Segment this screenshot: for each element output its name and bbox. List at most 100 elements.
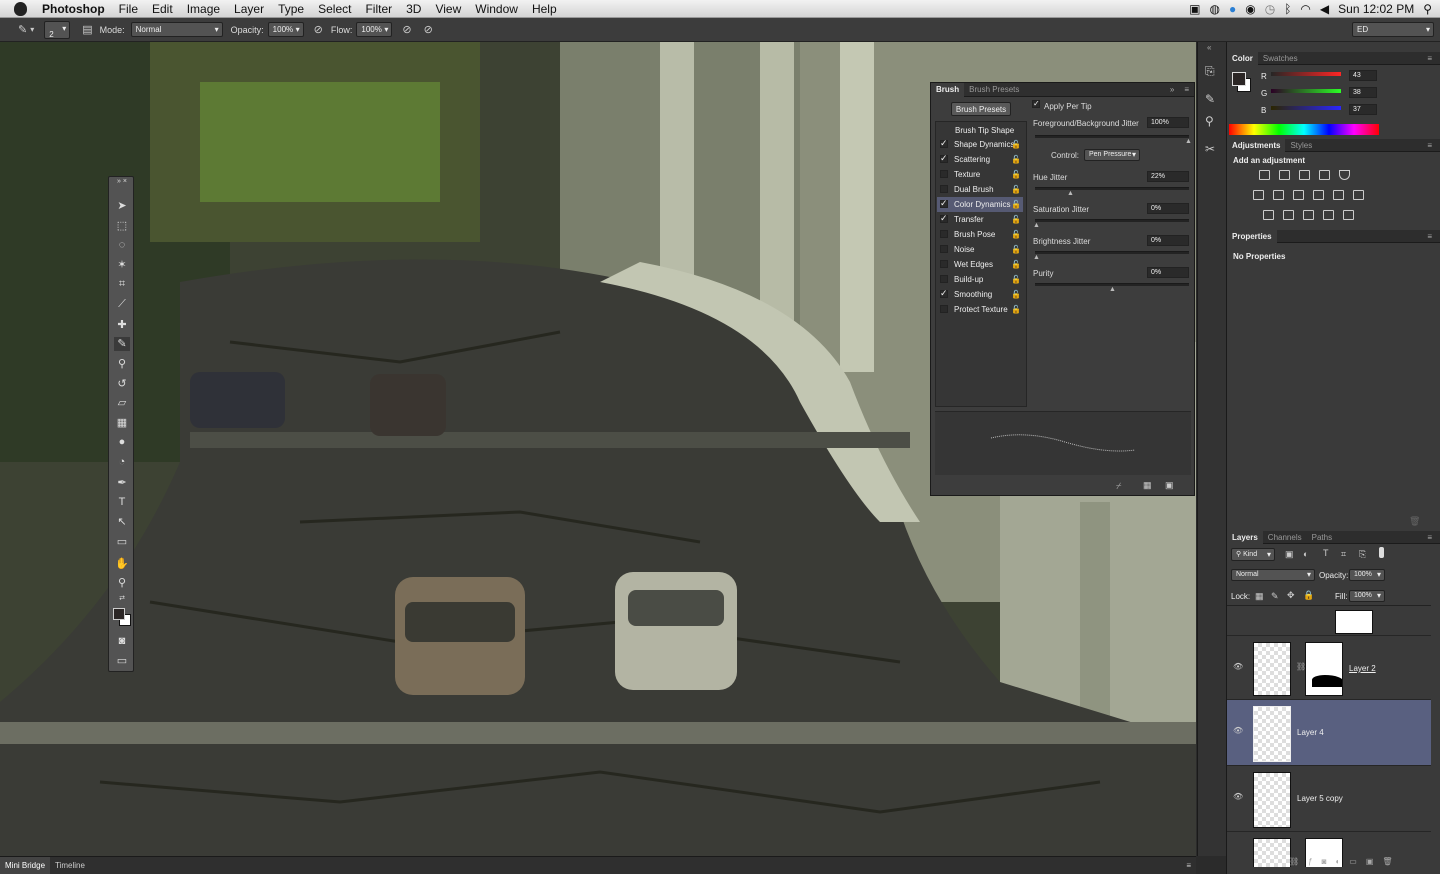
lasso-tool-icon[interactable]: ◌ — [114, 238, 130, 252]
rectangle-tool-icon[interactable]: ▭ — [114, 535, 130, 549]
slider-knob-icon[interactable]: ▲ — [1185, 138, 1192, 145]
tool-presets-icon[interactable]: ✂ — [1205, 142, 1215, 156]
tab-channels[interactable]: Channels — [1263, 531, 1307, 544]
mode-select[interactable]: Normal — [130, 22, 223, 37]
eye-icon[interactable]: 👁 — [1233, 792, 1243, 801]
layer-thumbnail[interactable] — [1253, 706, 1291, 762]
lock-icon[interactable]: 🔓 — [1011, 137, 1021, 152]
menu-type[interactable]: Type — [271, 0, 311, 18]
slider-knob-icon[interactable]: ▲ — [1033, 222, 1040, 229]
checkbox[interactable] — [940, 305, 948, 313]
opacity-select[interactable]: 100% — [267, 22, 304, 37]
tab-styles[interactable]: Styles — [1285, 139, 1317, 152]
layer-thumbnail[interactable] — [1253, 838, 1291, 867]
brush-panel-icon[interactable]: ✎ — [1205, 92, 1215, 106]
exposure-icon[interactable] — [1319, 170, 1330, 180]
layer-opacity-select[interactable]: 100% — [1349, 569, 1385, 581]
menu-view[interactable]: View — [428, 0, 468, 18]
filter-pixel-icon[interactable]: ▣ — [1285, 549, 1294, 560]
layer-row-layer-5-copy[interactable]: 👁 Layer 5 copy — [1227, 766, 1431, 832]
menu-window[interactable]: Window — [468, 0, 525, 18]
menu-image[interactable]: Image — [180, 0, 227, 18]
sync-icon[interactable]: ◍ — [1210, 2, 1220, 16]
foreground-color-swatch[interactable] — [1232, 72, 1246, 86]
tab-properties[interactable]: Properties — [1227, 229, 1277, 243]
b-slider[interactable] — [1271, 106, 1341, 110]
menu-3d[interactable]: 3D — [399, 0, 428, 18]
fill-select[interactable]: 100% — [1349, 590, 1385, 602]
filter-type-icon[interactable]: T — [1323, 548, 1329, 558]
brush-option-scattering[interactable]: ✓ Scattering 🔓 — [937, 152, 1023, 167]
brush-panel-toggle-icon[interactable]: ▤ — [82, 23, 92, 36]
checkbox[interactable] — [940, 260, 948, 268]
time-machine-icon[interactable]: ◷ — [1265, 2, 1275, 16]
panel-menu-icon[interactable]: ≡ — [1422, 531, 1437, 544]
brush-option-transfer[interactable]: ✓ Transfer 🔓 — [937, 212, 1023, 227]
panel-collapse-icon[interactable]: » — [1165, 83, 1179, 97]
layer-row[interactable] — [1227, 606, 1431, 636]
panel-menu-icon[interactable]: ≡ — [1422, 230, 1437, 243]
hand-tool-icon[interactable]: ✋ — [114, 557, 130, 571]
new-adjustment-icon[interactable]: ◐ — [1335, 857, 1349, 866]
apply-per-tip-checkbox[interactable]: ✓ — [1032, 100, 1040, 108]
color-spectrum-ramp[interactable] — [1229, 124, 1379, 135]
menu-select[interactable]: Select — [311, 0, 358, 18]
eye-icon[interactable]: 👁 — [1233, 726, 1243, 735]
hue-jitter-slider[interactable]: ▲ — [1035, 187, 1189, 197]
chevron-down-icon[interactable]: ▾ — [30, 25, 34, 34]
layer-thumbnail[interactable] — [1253, 772, 1291, 828]
layer-row-layer-4[interactable]: 👁 Layer 4 — [1227, 700, 1431, 766]
brush-tip-shape[interactable]: Brush Tip Shape — [942, 123, 1028, 138]
lock-icon[interactable]: 🔓 — [1011, 272, 1021, 287]
pressure-opacity-icon[interactable]: ⊘ — [314, 23, 323, 36]
tab-timeline[interactable]: Timeline — [50, 857, 90, 874]
hue-saturation-icon[interactable] — [1253, 190, 1264, 200]
lock-icon[interactable]: 🔓 — [1011, 227, 1021, 242]
filter-toggle-icon[interactable] — [1379, 547, 1384, 558]
clone-source-icon[interactable]: ⚲ — [1205, 114, 1214, 128]
blend-mode-select[interactable]: Normal — [1231, 569, 1315, 581]
tab-layers[interactable]: Layers — [1227, 530, 1263, 544]
posterize-icon[interactable] — [1283, 210, 1294, 220]
lock-pixels-icon[interactable]: ✎ — [1271, 591, 1279, 602]
screen-mode-icon[interactable]: ▭ — [114, 654, 130, 668]
filter-smart-object-icon[interactable]: ⎘ — [1359, 549, 1366, 560]
slider-knob-icon[interactable]: ▲ — [1067, 190, 1074, 197]
checkbox[interactable] — [940, 170, 948, 178]
volume-icon[interactable]: ◀ — [1320, 2, 1329, 16]
photo-filter-icon[interactable] — [1313, 190, 1324, 200]
layer-filter-kind-select[interactable]: ⚲ Kind — [1231, 548, 1275, 561]
tab-adjustments[interactable]: Adjustments — [1227, 138, 1286, 152]
channel-mixer-icon[interactable] — [1333, 190, 1344, 200]
move-tool-icon[interactable]: ➤ — [114, 199, 130, 213]
crop-tool-icon[interactable]: ⌗ — [114, 277, 130, 291]
checkbox[interactable] — [940, 245, 948, 253]
type-tool-icon[interactable]: T — [114, 495, 130, 509]
swap-colors-icon[interactable]: ⇄ — [114, 592, 130, 606]
dock-collapse-icon[interactable]: « — [1207, 43, 1211, 52]
globe-icon[interactable]: ● — [1229, 2, 1236, 16]
layer-row-layer-2[interactable]: 👁 ⛓ Layer 2 — [1227, 636, 1431, 700]
lock-icon[interactable]: 🔓 — [1011, 287, 1021, 302]
g-field[interactable]: 38 — [1349, 87, 1377, 98]
purity-field[interactable]: 0% — [1147, 267, 1189, 278]
brush-option-brush-pose[interactable]: Brush Pose 🔓 — [937, 227, 1023, 242]
saturation-jitter-field[interactable]: 0% — [1147, 203, 1189, 214]
vibrance-icon[interactable] — [1339, 170, 1350, 180]
brush-option-protect-texture[interactable]: Protect Texture 🔓 — [937, 302, 1023, 317]
marquee-tool-icon[interactable]: ⬚ — [114, 219, 130, 233]
panel-menu-icon[interactable]: ≡ — [1181, 857, 1196, 874]
layer-name[interactable]: Layer 4 — [1297, 728, 1324, 737]
tab-paths[interactable]: Paths — [1307, 531, 1337, 544]
layer-mask-thumbnail[interactable] — [1305, 642, 1343, 696]
lock-icon[interactable]: 🔓 — [1011, 242, 1021, 257]
open-preset-manager-icon[interactable]: ▦ — [1143, 480, 1152, 491]
color-balance-icon[interactable] — [1273, 190, 1284, 200]
lock-icon[interactable]: 🔓 — [1011, 167, 1021, 182]
slider-knob-icon[interactable]: ▲ — [1109, 286, 1116, 293]
eraser-icon[interactable]: ▱ — [114, 396, 130, 410]
brush-option-build-up[interactable]: Build-up 🔓 — [937, 272, 1023, 287]
brush-presets-button[interactable]: Brush Presets — [951, 102, 1011, 116]
checkbox[interactable] — [940, 275, 948, 283]
trash-icon[interactable]: 🗑 — [1409, 516, 1420, 527]
